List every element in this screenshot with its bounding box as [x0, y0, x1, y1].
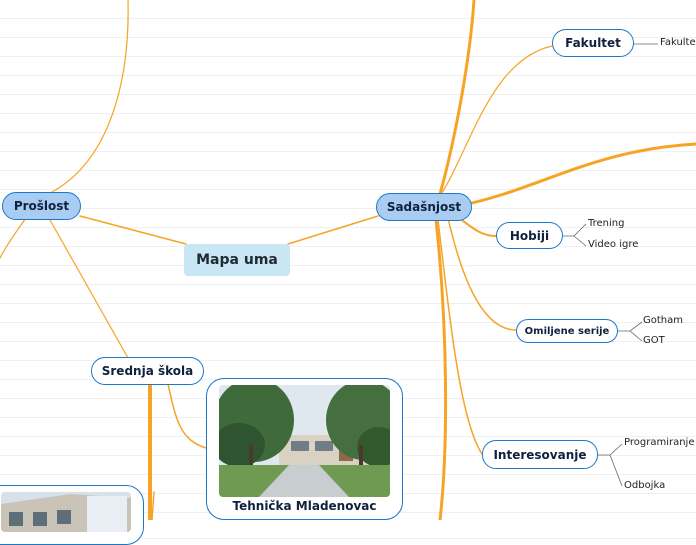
leaf-got[interactable]: GOT [643, 335, 665, 346]
topic-interesovanje-label: Interesovanje [493, 447, 587, 462]
edge-hobiji-leaves [563, 223, 587, 247]
topic-fakultet-label: Fakultet [565, 36, 621, 50]
partial-photo-card[interactable] [0, 485, 144, 545]
leaf-programiranje[interactable]: Programiranje [624, 437, 694, 448]
leaf-gotham[interactable]: Gotham [643, 315, 683, 326]
topic-sadasnjost-label: Sadašnjost [386, 200, 462, 214]
central-node-label: Mapa uma [196, 252, 278, 268]
edge-srednja-down-2 [151, 491, 155, 520]
topic-omiljene-serije[interactable]: Omiljene serije [516, 319, 618, 343]
edge-proslost-srednja [49, 219, 129, 359]
topic-interesovanje[interactable]: Interesovanje [482, 440, 598, 469]
leaf-video-igre[interactable]: Video igre [588, 239, 638, 250]
topic-fakultet[interactable]: Fakultet [552, 29, 634, 57]
edge-proslost-left [0, 217, 27, 259]
edge-central-sadasnjost [287, 215, 379, 245]
topic-srednja-skola-label: Srednja škola [101, 364, 194, 378]
edge-proslost-up [51, 0, 129, 193]
edge-sadasnjost-right [456, 142, 696, 208]
topic-sadasnjost[interactable]: Sadašnjost [376, 193, 472, 221]
school-photo-caption: Tehnička Mladenovac [232, 499, 377, 513]
leaf-fakultet[interactable]: Fakulte [660, 37, 696, 48]
edge-sadasnjost-down [434, 218, 448, 520]
topic-hobiji[interactable]: Hobiji [496, 222, 563, 249]
topic-proslost[interactable]: Prošlost [2, 192, 81, 220]
topic-omiljene-serije-label: Omiljene serije [524, 325, 610, 337]
topic-proslost-label: Prošlost [13, 199, 70, 213]
edge-central-proslost [79, 215, 187, 245]
topic-hobiji-label: Hobiji [509, 228, 550, 243]
edge-srednja-photo [167, 383, 207, 449]
school-photo [219, 385, 390, 497]
school-photo-card[interactable]: Tehnička Mladenovac [206, 378, 403, 520]
edge-interesovanje-leaves [598, 443, 623, 487]
leaf-trening[interactable]: Trening [588, 218, 624, 229]
edge-serije-leaves [618, 321, 643, 342]
topic-srednja-skola[interactable]: Srednja škola [91, 357, 204, 385]
leaf-odbojka[interactable]: Odbojka [624, 480, 665, 491]
central-node[interactable]: Mapa uma [184, 244, 290, 276]
partial-photo [1, 492, 131, 532]
